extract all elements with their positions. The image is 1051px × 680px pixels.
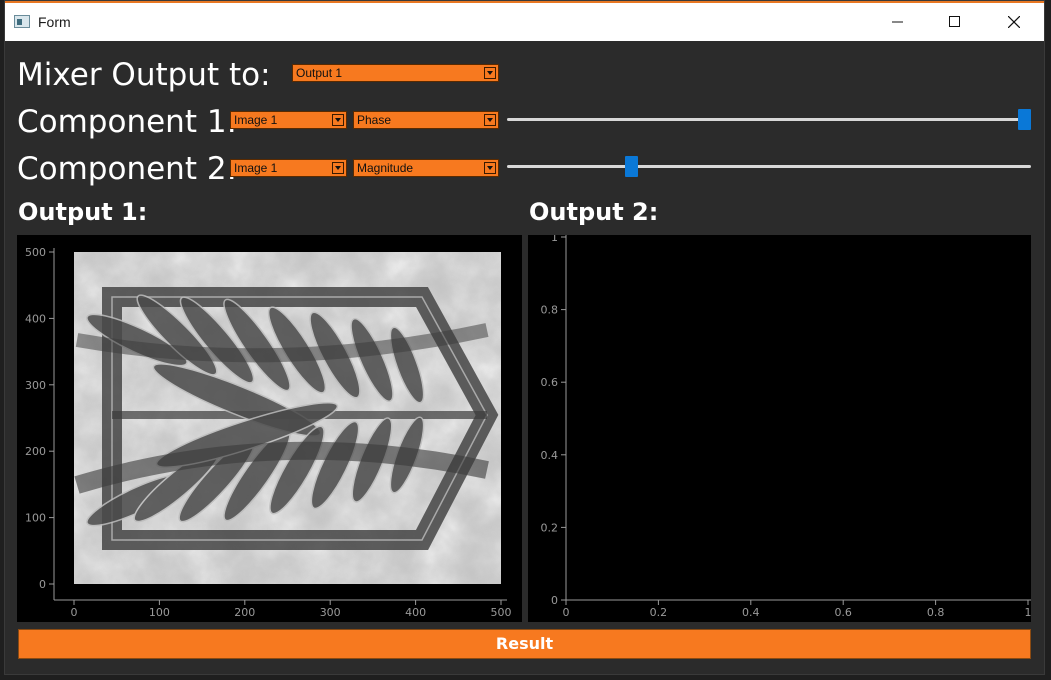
result-button[interactable]: Result xyxy=(18,629,1031,659)
main-window: Form Mixer Output to: Output 1 Component… xyxy=(4,0,1045,675)
output2-y-tick-label: 0 xyxy=(551,594,558,607)
output1-x-tick-label: 100 xyxy=(149,606,170,619)
output1-x-tick-label: 300 xyxy=(320,606,341,619)
output1-y-tick-label: 200 xyxy=(25,445,46,458)
component1-slider-handle[interactable] xyxy=(1018,109,1031,130)
output2-x-tick-label: 1 xyxy=(1025,606,1032,619)
output2-label: Output 2: xyxy=(529,198,659,226)
output2-x-tick-label: 0.2 xyxy=(650,606,668,619)
output2-y-tick-label: 1 xyxy=(551,235,558,244)
chevron-down-icon xyxy=(484,114,496,126)
component1-image-select[interactable]: Image 1 xyxy=(230,111,347,129)
component2-type-select[interactable]: Magnitude xyxy=(353,159,499,177)
chevron-down-icon xyxy=(484,162,496,174)
component1-type-select[interactable]: Phase xyxy=(353,111,499,129)
output1-y-tick-label: 100 xyxy=(25,512,46,525)
output1-y-tick-label: 400 xyxy=(25,312,46,325)
output1-x-tick-label: 0 xyxy=(71,606,78,619)
maximize-button[interactable] xyxy=(932,3,978,41)
output1-plot-svg: 0 100 200 300 400 500 0 100 200 300 400 500 xyxy=(25,246,512,619)
component2-type-value: Magnitude xyxy=(357,161,414,175)
output2-y-tick-label: 0.4 xyxy=(541,449,559,462)
minimize-button[interactable] xyxy=(875,3,921,41)
chevron-down-icon xyxy=(484,67,496,79)
output1-x-tick-label: 400 xyxy=(405,606,426,619)
component2-image-value: Image 1 xyxy=(234,161,278,175)
output2-plot[interactable]: 0 0.2 0.4 0.6 0.8 1 0 0.2 0.4 0.6 0.8 1 xyxy=(528,235,1031,622)
component2-slider-handle[interactable] xyxy=(624,156,638,177)
close-icon xyxy=(1008,16,1020,28)
output2-x-tick-label: 0.6 xyxy=(834,606,852,619)
output2-y-tick-label: 0.8 xyxy=(541,304,559,317)
mixer-output-select-value: Output 1 xyxy=(296,66,343,80)
output2-x-tick-label: 0.4 xyxy=(742,606,760,619)
app-icon xyxy=(14,15,30,28)
chevron-down-icon xyxy=(332,114,344,126)
output1-x-tick-label: 500 xyxy=(491,606,512,619)
window-title: Form xyxy=(38,14,71,30)
output1-x-tick-label: 200 xyxy=(234,606,255,619)
title-bar[interactable]: Form xyxy=(5,1,1044,41)
chevron-down-icon xyxy=(332,162,344,174)
component1-label: Component 1: xyxy=(17,104,237,140)
output2-x-tick-label: 0.8 xyxy=(927,606,945,619)
component2-image-select[interactable]: Image 1 xyxy=(230,159,347,177)
mixer-output-select[interactable]: Output 1 xyxy=(292,64,499,82)
component2-slider-track[interactable] xyxy=(507,165,1031,168)
close-button[interactable] xyxy=(991,3,1037,41)
output1-label: Output 1: xyxy=(18,198,148,226)
mixer-output-label: Mixer Output to: xyxy=(17,57,271,93)
output2-y-tick-label: 0.6 xyxy=(541,376,559,389)
output2-x-tick-label: 0 xyxy=(563,606,570,619)
output1-image xyxy=(74,252,501,584)
output1-y-tick-label: 500 xyxy=(25,246,46,259)
component2-label: Component 2: xyxy=(17,151,237,187)
component1-image-value: Image 1 xyxy=(234,113,278,127)
output1-plot[interactable]: 0 100 200 300 400 500 0 100 200 300 400 500 xyxy=(17,235,522,622)
output1-y-tick-label: 300 xyxy=(25,379,46,392)
output2-plot-svg: 0 0.2 0.4 0.6 0.8 1 0 0.2 0.4 0.6 0.8 1 xyxy=(541,235,1032,619)
output2-y-tick-label: 0.2 xyxy=(541,521,559,534)
component1-slider-track[interactable] xyxy=(507,118,1031,121)
maximize-icon xyxy=(949,16,960,27)
minimize-icon xyxy=(892,21,903,23)
component1-type-value: Phase xyxy=(357,113,392,127)
output1-y-tick-label: 0 xyxy=(39,578,46,591)
